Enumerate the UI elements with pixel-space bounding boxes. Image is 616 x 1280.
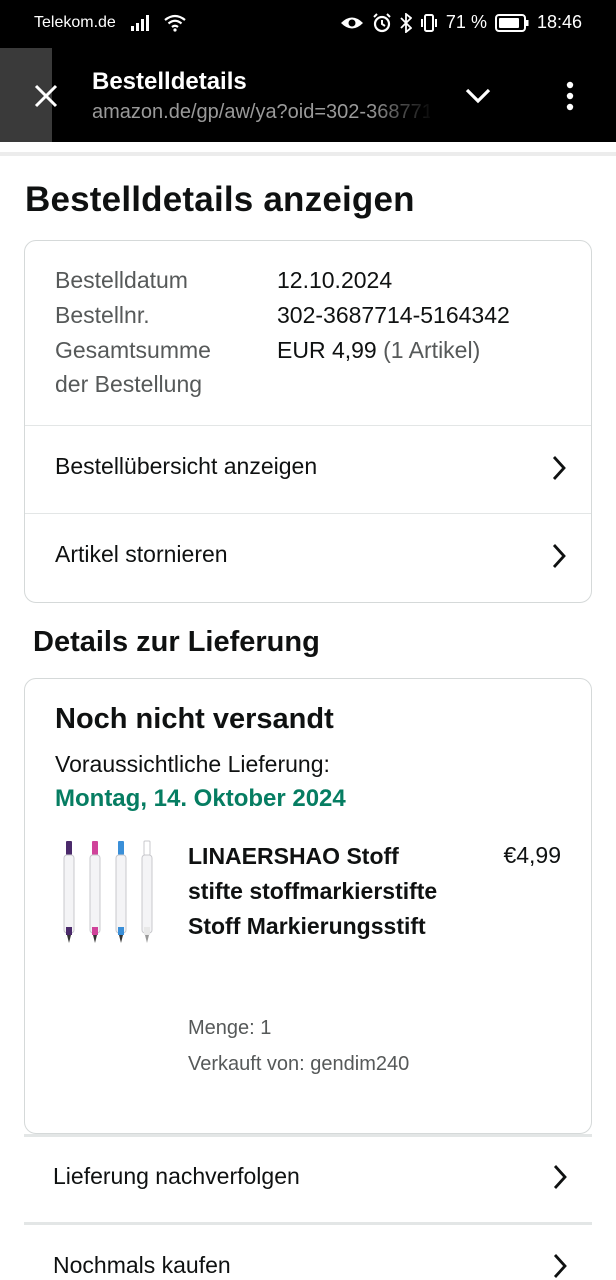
view-order-summary-label: Bestellübersicht anzeigen [55,453,318,479]
buy-again-link[interactable]: Nochmals kaufen [24,1226,592,1280]
order-total-label-line2: der Bestellung [55,371,203,397]
chevron-right-icon [553,1165,567,1189]
product-quantity: Menge: 1 [188,1017,272,1039]
product-image[interactable] [55,839,159,949]
page-title: Bestelldetails anzeigen [25,180,415,219]
cancel-items-label: Artikel stornieren [55,541,228,567]
chevron-right-icon [552,544,566,568]
carrier-name: Telekom.de [34,14,116,31]
product-price: €4,99 [503,842,561,868]
clock: 18:46 [536,12,582,32]
product-seller: Verkauft von: gendim240 [188,1053,410,1075]
divider [0,152,616,156]
battery-icon [494,13,529,32]
browser-title: Bestelldetails [92,68,247,95]
browser-header: Bestelldetails amazon.de/gp/aw/ya?oid=30… [0,48,616,142]
order-total-label-line1: Gesamtsumme [55,337,211,363]
eye-icon [340,15,364,31]
close-icon [34,84,58,108]
product-name-link[interactable]: LINAERSHAO Stoff stifte stoffmarkierstif… [188,839,448,944]
bluetooth-icon [400,12,412,33]
order-number-label: Bestellnr. [55,302,150,328]
order-date-value: 12.10.2024 [277,267,393,293]
view-order-summary-link[interactable]: Bestellübersicht anzeigen [25,426,591,513]
battery-percent: 71 % [445,12,487,32]
track-package-link[interactable]: Lieferung nachverfolgen [24,1137,592,1223]
order-total-value: EUR 4,99 (1 Artikel) [277,337,480,364]
delivery-card: Noch nicht versandt Voraussichtliche Lie… [24,678,592,1134]
order-summary-card: Bestelldatum 12.10.2024 Bestellnr. 302-3… [24,240,592,603]
close-button[interactable] [22,78,70,114]
signal-icon [130,15,150,31]
expected-delivery-label: Voraussichtliche Lieferung: [55,751,330,777]
wifi-icon [164,14,186,32]
order-date-label: Bestelldatum [55,267,188,293]
order-total-amount: EUR 4,99 [277,337,377,363]
status-bar: Telekom.de 71 % 18:46 [0,0,616,48]
expected-delivery-date: Montag, 14. Oktober 2024 [55,785,346,812]
more-vertical-icon [566,81,574,111]
minimize-button[interactable] [456,78,500,114]
chevron-right-icon [553,1254,567,1278]
order-number-value: 302-3687714-5164342 [277,302,510,328]
buy-again-label: Nochmals kaufen [53,1252,231,1278]
cancel-items-link[interactable]: Artikel stornieren [25,514,591,601]
more-options-button[interactable] [550,74,590,118]
track-package-label: Lieferung nachverfolgen [53,1163,300,1189]
order-total-items: (1 Artikel) [383,337,481,363]
delivery-section-title: Details zur Lieferung [33,626,320,658]
shipment-status: Noch nicht versandt [55,703,334,735]
divider [24,1222,592,1225]
alarm-icon [372,12,392,33]
vibrate-icon [420,13,438,33]
chevron-down-icon [465,88,491,104]
chevron-right-icon [552,456,566,480]
